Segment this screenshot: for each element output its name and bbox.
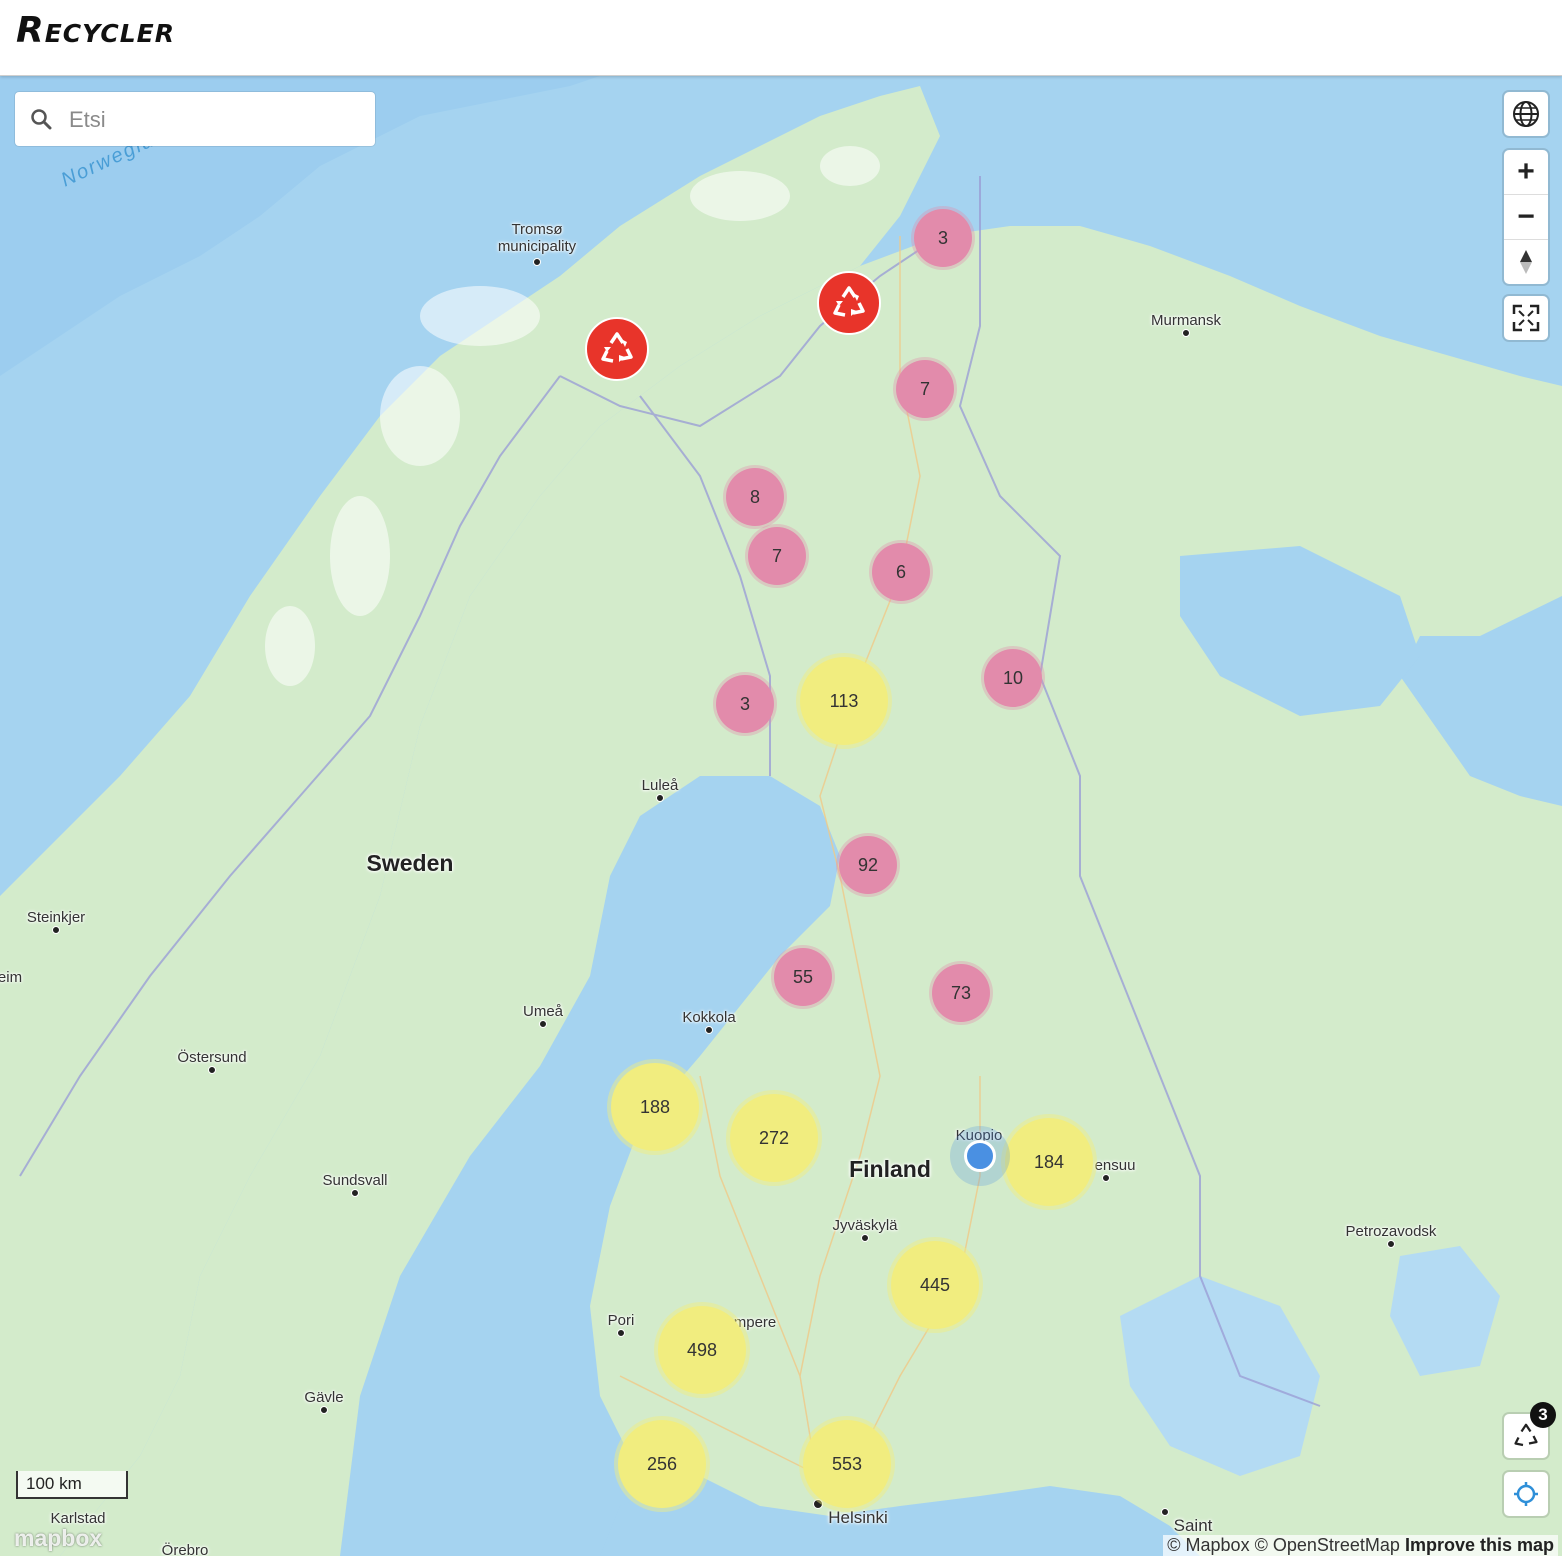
attribution-mapbox[interactable]: © Mapbox [1167, 1535, 1249, 1555]
attribution-improve[interactable]: Improve this map [1405, 1535, 1554, 1555]
globe-icon [1513, 101, 1539, 127]
city-dot-kokkola [705, 1026, 713, 1034]
label-saint-petersburg: Saint [1173, 1516, 1213, 1535]
cluster-marker[interactable]: 113 [800, 657, 888, 745]
cluster-marker[interactable]: 272 [730, 1094, 818, 1182]
city-dot-tromso [533, 258, 541, 266]
map-canvas[interactable]: + − Norwegian Sea Tromsø municipality Mu… [0, 76, 1562, 1556]
globe-control[interactable] [1504, 92, 1548, 136]
cluster-marker[interactable]: 184 [1005, 1118, 1093, 1206]
recycle-filter-button[interactable]: 3 [1504, 1402, 1556, 1458]
search-input[interactable] [67, 102, 361, 138]
mapbox-logo[interactable]: mapbox [14, 1525, 102, 1552]
city-dot-gavle [320, 1406, 328, 1414]
cluster-marker[interactable]: 188 [611, 1063, 699, 1151]
label-petrozavodsk: Petrozavodsk [1345, 1223, 1437, 1240]
city-dot-murmansk [1182, 329, 1190, 337]
plus-icon: + [1517, 155, 1535, 188]
recycle-icon [601, 332, 633, 363]
cluster-marker[interactable]: 256 [618, 1420, 706, 1508]
user-location-marker [964, 1140, 996, 1172]
city-dot-ostersund [208, 1066, 216, 1074]
label-pori: Pori [607, 1312, 635, 1329]
fullscreen-control[interactable] [1504, 296, 1548, 340]
city-dot-lulea [656, 794, 664, 802]
map-scale: 100 km [16, 1471, 128, 1499]
city-dot-pori [617, 1329, 625, 1337]
zoom-out-button[interactable]: − [1504, 195, 1548, 240]
attribution-osm[interactable]: © OpenStreetMap [1255, 1535, 1400, 1555]
cluster-marker[interactable]: 6 [872, 543, 930, 601]
city-dot-joensuu [1102, 1174, 1110, 1182]
search-bar[interactable] [15, 92, 375, 146]
fullscreen-icon [1512, 304, 1540, 332]
cluster-marker[interactable]: 8 [726, 468, 784, 526]
locate-icon [1514, 1482, 1538, 1506]
compass-button[interactable] [1504, 240, 1548, 284]
label-gavle: Gävle [304, 1389, 344, 1406]
compass-icon [1520, 250, 1532, 274]
globe-button[interactable] [1504, 92, 1548, 136]
cluster-marker[interactable]: 498 [658, 1306, 746, 1394]
label-joensuu: ensuu [1094, 1157, 1136, 1174]
app-logo[interactable]: Recycler [16, 10, 175, 51]
recycling-point-marker[interactable] [817, 271, 881, 335]
geolocate-button[interactable] [1504, 1472, 1548, 1516]
recycle-icon [833, 286, 865, 317]
cluster-marker[interactable]: 553 [803, 1420, 891, 1508]
city-dot-petrozavodsk [1387, 1240, 1395, 1248]
label-jyvaskyla: Jyväskylä [832, 1217, 898, 1234]
label-finland: Finland [849, 1156, 931, 1182]
map-base [0, 76, 1562, 1556]
cluster-marker[interactable]: 7 [896, 360, 954, 418]
zoom-in-button[interactable]: + [1504, 150, 1548, 195]
cluster-marker[interactable]: 55 [774, 948, 832, 1006]
city-dot-umea [539, 1020, 547, 1028]
cluster-marker[interactable]: 3 [716, 675, 774, 733]
app-header: Recycler [0, 0, 1562, 76]
city-dot-steinkjer [52, 926, 60, 934]
label-trondheim: eim [0, 969, 23, 986]
label-tromso: Tromsø municipality [497, 221, 577, 255]
map-attribution: © Mapbox © OpenStreetMap Improve this ma… [1163, 1535, 1558, 1556]
label-orebro: Örebro [161, 1542, 209, 1556]
search-icon [31, 109, 52, 130]
fullscreen-button[interactable] [1504, 296, 1548, 340]
label-umea: Umeå [522, 1003, 564, 1020]
label-murmansk: Murmansk [1150, 312, 1222, 329]
recycling-point-marker[interactable] [585, 317, 649, 381]
city-dot-jyvaskyla [861, 1234, 869, 1242]
label-lulea: Luleå [641, 777, 679, 794]
cluster-marker[interactable]: 92 [839, 836, 897, 894]
minus-icon: − [1517, 200, 1535, 233]
cluster-marker[interactable]: 445 [891, 1241, 979, 1329]
cluster-marker[interactable]: 10 [984, 649, 1042, 707]
label-sundsvall: Sundsvall [322, 1172, 388, 1189]
cluster-marker[interactable]: 3 [914, 209, 972, 267]
recycle-count-badge: 3 [1530, 1402, 1556, 1428]
label-helsinki: Helsinki [828, 1508, 888, 1527]
label-steinkjer: Steinkjer [26, 909, 86, 926]
cluster-marker[interactable]: 73 [932, 964, 990, 1022]
zoom-control[interactable]: + − [1504, 150, 1548, 284]
label-ostersund: Östersund [177, 1049, 247, 1066]
label-kokkola: Kokkola [682, 1009, 736, 1026]
city-dot-sundsvall [351, 1189, 359, 1197]
city-dot-saint-petersburg [1161, 1508, 1169, 1516]
cluster-marker[interactable]: 7 [748, 527, 806, 585]
label-sweden: Sweden [366, 850, 454, 876]
